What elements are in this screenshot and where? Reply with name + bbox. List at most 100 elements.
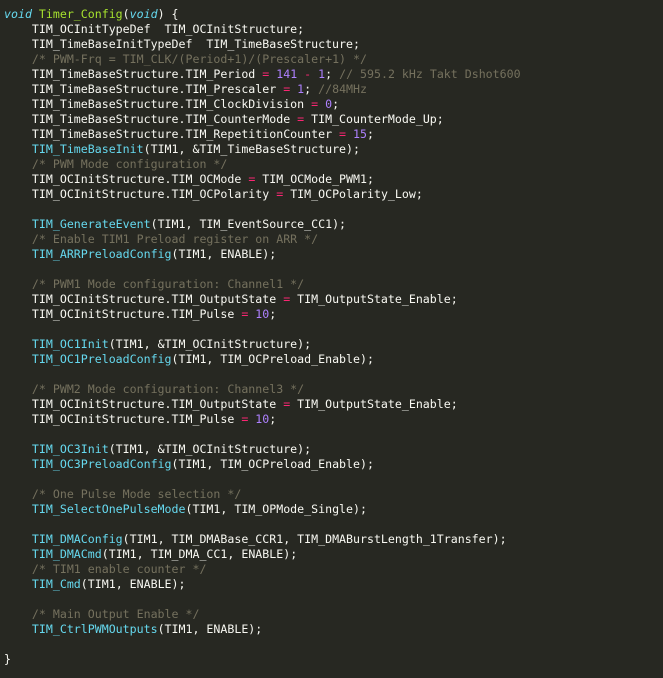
code-line[interactable]: TIM_OC1PreloadConfig(TIM1, TIM_OCPreload…: [4, 352, 663, 367]
code-line[interactable]: TIM_GenerateEvent(TIM1, TIM_EventSource_…: [4, 217, 663, 232]
code-line[interactable]: /* PWM1 Mode configuration: Channel1 */: [4, 277, 663, 292]
code-line[interactable]: [4, 637, 663, 652]
code-line[interactable]: }: [4, 652, 663, 667]
code-text: TIM_OCInitStructure.TIM_OCPolarity: [4, 187, 277, 201]
code-line[interactable]: TIM_TimeBaseStructure.TIM_Prescaler = 1;…: [4, 82, 663, 97]
code-line[interactable]: TIM_OC3Init(TIM1, &TIM_OCInitStructure);: [4, 442, 663, 457]
code-text: TIM_OCInitStructure.TIM_OutputState: [4, 397, 284, 411]
comment-token: /* PWM1 Mode configuration: Channel1 */: [31, 277, 305, 291]
number-token: 10: [255, 412, 270, 426]
code-text: TIM_TimeBaseStructure.TIM_ClockDivision: [4, 97, 312, 111]
code-text: TIM_TimeBaseInitTypeDef TIM_TimeBaseStru…: [4, 37, 360, 51]
code-line[interactable]: [4, 367, 663, 382]
code-line[interactable]: [4, 517, 663, 532]
code-line[interactable]: TIM_DMAConfig(TIM1, TIM_DMABase_CCR1, TI…: [4, 532, 663, 547]
code-text: TIM_OCInitStructure.TIM_OCMode: [4, 172, 249, 186]
code-text: ;: [304, 82, 319, 96]
code-line[interactable]: TIM_TimeBaseStructure.TIM_CounterMode = …: [4, 112, 663, 127]
code-line[interactable]: [4, 322, 663, 337]
code-line[interactable]: TIM_TimeBaseInitTypeDef TIM_TimeBaseStru…: [4, 37, 663, 52]
function-call-token: TIM_OC1Init: [31, 337, 109, 351]
code-line[interactable]: /* PWM2 Mode configuration: Channel3 */: [4, 382, 663, 397]
code-line[interactable]: TIM_OC3PreloadConfig(TIM1, TIM_OCPreload…: [4, 457, 663, 472]
function-call-token: TIM_DMACmd: [31, 547, 102, 561]
code-line[interactable]: /* Enable TIM1 Preload register on ARR *…: [4, 232, 663, 247]
code-line[interactable]: TIM_TimeBaseStructure.TIM_RepetitionCoun…: [4, 127, 663, 142]
code-line[interactable]: [4, 202, 663, 217]
code-line[interactable]: TIM_TimeBaseInit(TIM1, &TIM_TimeBaseStru…: [4, 142, 663, 157]
code-text: (TIM1, &TIM_OCInitStructure);: [108, 442, 312, 456]
code-line[interactable]: /* Main Output Enable */: [4, 607, 663, 622]
comment-token: /* One Pulse Mode selection */: [31, 487, 242, 501]
code-line[interactable]: TIM_DMACmd(TIM1, TIM_DMA_CC1, ENABLE);: [4, 547, 663, 562]
code-text: (TIM1, TIM_OCPreload_Enable);: [171, 457, 374, 471]
code-line[interactable]: TIM_OCInitStructure.TIM_Pulse = 10;: [4, 307, 663, 322]
code-line[interactable]: [4, 262, 663, 277]
code-text: TIM_TimeBaseStructure.TIM_Prescaler: [4, 82, 284, 96]
code-text: ;: [332, 97, 340, 111]
code-line[interactable]: void Timer_Config(void) {: [4, 7, 663, 22]
comment-token: /* PWM-Frq = TIM_CLK/(Period+1)/(Prescal…: [31, 52, 367, 66]
code-line[interactable]: [4, 472, 663, 487]
comment-token: // 595.2 kHz Takt Dshot600: [339, 67, 521, 81]
code-line[interactable]: TIM_OCInitStructure.TIM_OCMode = TIM_OCM…: [4, 172, 663, 187]
function-call-token: TIM_ARRPreloadConfig: [31, 247, 172, 261]
code-line[interactable]: TIM_OCInitStructure.TIM_Pulse = 10;: [4, 412, 663, 427]
code-text: (TIM1, TIM_OPMode_Single);: [185, 502, 367, 516]
code-line[interactable]: TIM_TimeBaseStructure.TIM_ClockDivision …: [4, 97, 663, 112]
number-token: 10: [255, 307, 270, 321]
code-line[interactable]: TIM_ARRPreloadConfig(TIM1, ENABLE);: [4, 247, 663, 262]
code-text: TIM_OCMode_PWM1;: [255, 172, 374, 186]
number-token: 15: [353, 127, 367, 141]
code-text: TIM_OutputState_Enable;: [290, 397, 458, 411]
comment-token: /* Main Output Enable */: [31, 607, 200, 621]
code-text: ;: [325, 67, 340, 81]
code-line[interactable]: TIM_Cmd(TIM1, ENABLE);: [4, 577, 663, 592]
comment-token: /* TIM1 enable counter */: [31, 562, 207, 576]
code-line[interactable]: TIM_CtrlPWMOutputs(TIM1, ENABLE);: [4, 622, 663, 637]
code-text: ;: [366, 127, 374, 141]
code-line[interactable]: TIM_OC1Init(TIM1, &TIM_OCInitStructure);: [4, 337, 663, 352]
operator-token: =: [339, 127, 347, 141]
code-text: (TIM1, TIM_EventSource_CC1);: [150, 217, 347, 231]
comment-token: /* Enable TIM1 Preload register on ARR *…: [31, 232, 319, 246]
code-line[interactable]: TIM_OCInitStructure.TIM_OutputState = TI…: [4, 292, 663, 307]
code-line[interactable]: [4, 592, 663, 607]
function-call-token: TIM_OC1PreloadConfig: [31, 352, 172, 366]
function-call-token: TIM_Cmd: [31, 577, 81, 591]
code-line[interactable]: /* PWM Mode configuration */: [4, 157, 663, 172]
code-line[interactable]: TIM_OCInitTypeDef TIM_OCInitStructure;: [4, 22, 663, 37]
function-call-token: TIM_TimeBaseInit: [31, 142, 144, 156]
code-line[interactable]: TIM_OCInitStructure.TIM_OutputState = TI…: [4, 397, 663, 412]
code-text: TIM_OutputState_Enable;: [290, 292, 458, 306]
function-call-token: TIM_CtrlPWMOutputs: [31, 622, 158, 636]
code-text: }: [4, 652, 11, 666]
code-editor[interactable]: void Timer_Config(void) { TIM_OCInitType…: [0, 0, 663, 678]
code-text: TIM_TimeBaseStructure.TIM_CounterMode: [4, 112, 298, 126]
code-line[interactable]: TIM_OCInitStructure.TIM_OCPolarity = TIM…: [4, 187, 663, 202]
code-line[interactable]: /* PWM-Frq = TIM_CLK/(Period+1)/(Prescal…: [4, 52, 663, 67]
code-line[interactable]: TIM_TimeBaseStructure.TIM_Period = 141 -…: [4, 67, 663, 82]
code-line[interactable]: /* One Pulse Mode selection */: [4, 487, 663, 502]
code-text: (TIM1, &TIM_OCInitStructure);: [108, 337, 312, 351]
code-line[interactable]: /* TIM1 enable counter */: [4, 562, 663, 577]
code-text: TIM_TimeBaseStructure.TIM_RepetitionCoun…: [4, 127, 340, 141]
code-line[interactable]: [4, 427, 663, 442]
code-line[interactable]: TIM_SelectOnePulseMode(TIM1, TIM_OPMode_…: [4, 502, 663, 517]
